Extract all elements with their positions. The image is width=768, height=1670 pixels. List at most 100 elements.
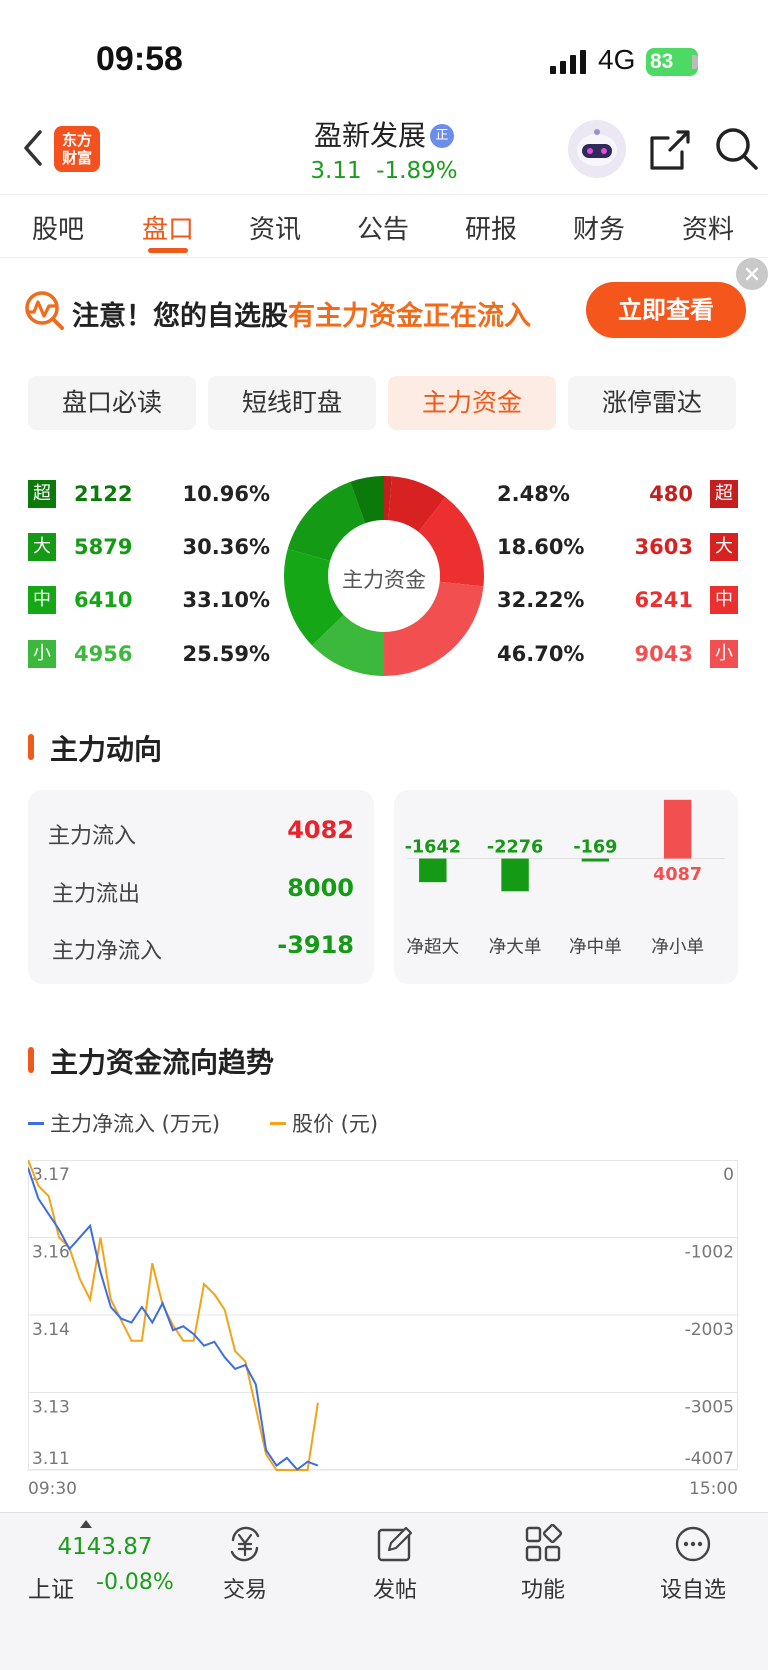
add-watchlist-button[interactable]: 设自选 bbox=[648, 1524, 738, 1604]
inflow-pct-super: 2.48% bbox=[497, 482, 570, 506]
main-inflow-value: 4082 bbox=[287, 816, 354, 844]
inflow-badge-super: 超 bbox=[710, 480, 738, 508]
battery-tip bbox=[692, 55, 698, 69]
trade-button[interactable]: 交易 bbox=[200, 1524, 290, 1604]
legend-net-inflow: 主力净流入 (万元) bbox=[28, 1108, 220, 1138]
tab-pankou[interactable]: 盘口 bbox=[118, 209, 218, 246]
trend-right-tick-1: -1002 bbox=[685, 1243, 734, 1263]
bar-category-label-0: 净超大 bbox=[406, 938, 459, 958]
tab-announcements[interactable]: 公告 bbox=[333, 209, 433, 246]
bar-2 bbox=[581, 858, 610, 862]
tab-news[interactable]: 资讯 bbox=[225, 209, 325, 246]
segment-main-funds[interactable]: 主力资金 bbox=[388, 376, 556, 430]
edit-icon bbox=[377, 1526, 413, 1562]
main-flow-summary-card: 主力流入 4082 主力流出 8000 主力净流入 -3918 bbox=[28, 790, 374, 984]
main-net-inflow-label: 主力净流入 bbox=[52, 939, 163, 964]
tab-profile[interactable]: 资料 bbox=[658, 209, 758, 246]
trend-left-tick-2: 3.14 bbox=[32, 1320, 70, 1340]
trend-left-tick-4: 3.11 bbox=[32, 1449, 70, 1469]
view-now-button[interactable]: 立即查看 bbox=[586, 282, 746, 338]
outflow-value-super: 2122 bbox=[74, 482, 133, 506]
inflow-pct-large: 18.60% bbox=[497, 535, 585, 559]
trend-left-tick-1: 3.16 bbox=[32, 1243, 70, 1263]
outflow-badge-large: 大 bbox=[28, 533, 56, 561]
trade-label: 交易 bbox=[222, 1578, 267, 1603]
robot-assistant-icon[interactable] bbox=[568, 120, 626, 178]
bar-3 bbox=[663, 799, 692, 859]
bar-value-label-0: -1642 bbox=[405, 838, 461, 858]
index-name[interactable]: 上证 bbox=[28, 1570, 74, 1604]
legend-price: 股价 (元) bbox=[270, 1108, 378, 1138]
outflow-value-medium: 6410 bbox=[74, 588, 133, 612]
main-outflow-value: 8000 bbox=[287, 874, 354, 902]
search-icon[interactable] bbox=[712, 124, 760, 172]
outflow-pct-large: 30.36% bbox=[182, 535, 270, 559]
inflow-value-medium: 6241 bbox=[634, 588, 693, 612]
main-inflow-label: 主力流入 bbox=[48, 824, 137, 849]
post-label: 发帖 bbox=[372, 1578, 417, 1603]
bar-1 bbox=[501, 858, 529, 892]
index-value[interactable]: 4143.87 bbox=[40, 1534, 170, 1560]
outflow-pct-medium: 33.10% bbox=[182, 588, 270, 612]
tab-finance[interactable]: 财务 bbox=[549, 209, 649, 246]
add-watchlist-label: 设自选 bbox=[659, 1578, 726, 1603]
trend-x-start: 09:30 bbox=[28, 1479, 77, 1498]
status-time: 09:58 bbox=[96, 40, 183, 78]
segment-pankou-must-read[interactable]: 盘口必读 bbox=[28, 376, 196, 430]
index-expand-icon[interactable] bbox=[80, 1520, 92, 1528]
post-button[interactable]: 发帖 bbox=[350, 1524, 440, 1604]
donut-inflow-3 bbox=[384, 581, 484, 676]
trend-right-tick-2: -2003 bbox=[685, 1320, 734, 1340]
trend-right-tick-0: 0 bbox=[723, 1165, 734, 1185]
alert-chart-icon bbox=[25, 291, 64, 330]
battery-icon: 83 bbox=[646, 48, 698, 76]
segment-short-term-watch[interactable]: 短线盯盘 bbox=[208, 376, 376, 430]
outflow-value-small: 4956 bbox=[74, 642, 133, 666]
tab-guba[interactable]: 股吧 bbox=[8, 209, 108, 246]
inflow-value-large: 3603 bbox=[634, 535, 693, 559]
outflow-pct-super: 10.96% bbox=[182, 482, 270, 506]
legend-net-inflow-label: 主力净流入 (万元) bbox=[50, 1112, 221, 1136]
legend-swatch-blue bbox=[28, 1122, 44, 1125]
outflow-pct-small: 25.59% bbox=[182, 642, 270, 666]
index-change[interactable]: -0.08% bbox=[96, 1570, 174, 1595]
donut-center-label: 主力资金 bbox=[342, 568, 426, 592]
functions-button[interactable]: 功能 bbox=[498, 1524, 588, 1604]
trend-x-end: 15:00 bbox=[689, 1479, 738, 1498]
segment-limit-up-radar[interactable]: 涨停雷达 bbox=[568, 376, 736, 430]
share-icon[interactable] bbox=[648, 128, 692, 172]
fund-flow-trend-chart: 3.17 03.16 -10023.14 -20033.13 -30053.11 -400… bbox=[28, 1160, 738, 1498]
net-flow-bar-chart: -1642 净超大 -2276 净大单 -169 净中单 4087 净小单 bbox=[405, 799, 725, 958]
inflow-badge-medium: 中 bbox=[710, 586, 738, 614]
outflow-badge-super: 超 bbox=[28, 480, 56, 508]
inflow-pct-medium: 32.22% bbox=[497, 588, 585, 612]
network-type: 4G bbox=[598, 44, 636, 75]
stock-price: 3.11 bbox=[310, 158, 362, 184]
more-icon bbox=[675, 1526, 711, 1562]
active-tab-indicator bbox=[148, 248, 188, 253]
legend-swatch-orange bbox=[270, 1122, 286, 1125]
close-icon[interactable] bbox=[736, 258, 768, 290]
bar-value-label-2: -169 bbox=[573, 838, 617, 858]
banner-text-prefix: 注意！您的自选股 bbox=[72, 301, 288, 332]
inflow-pct-small: 46.70% bbox=[497, 642, 585, 666]
tab-bar: 股吧 盘口 资讯 公告 研报 财务 资料 bbox=[0, 194, 768, 258]
inflow-value-small: 9043 bbox=[634, 642, 693, 666]
inflow-badge-large: 大 bbox=[710, 533, 738, 561]
banner-message: 注意！您的自选股有主力资金正在流入 bbox=[72, 294, 531, 333]
section-title-trend: 主力资金流向趋势 bbox=[50, 1046, 275, 1079]
outflow-value-large: 5879 bbox=[74, 535, 133, 559]
bar-category-label-3: 净小单 bbox=[651, 938, 704, 958]
stock-change: -1.89% bbox=[376, 158, 458, 184]
banner-text-highlight: 有主力资金正在流入 bbox=[288, 301, 531, 332]
signal-icon bbox=[550, 50, 586, 74]
inflow-badge-small: 小 bbox=[710, 640, 738, 668]
stock-badge: 正 bbox=[430, 124, 454, 148]
bar-category-label-2: 净中单 bbox=[569, 938, 622, 958]
trend-right-tick-3: -3005 bbox=[685, 1398, 734, 1418]
inflow-value-super: 480 bbox=[649, 482, 693, 506]
grid-icon bbox=[525, 1524, 563, 1562]
tab-research[interactable]: 研报 bbox=[441, 209, 541, 246]
section-title-main-direction: 主力动向 bbox=[50, 733, 163, 766]
trend-right-tick-4: -4007 bbox=[685, 1449, 734, 1469]
